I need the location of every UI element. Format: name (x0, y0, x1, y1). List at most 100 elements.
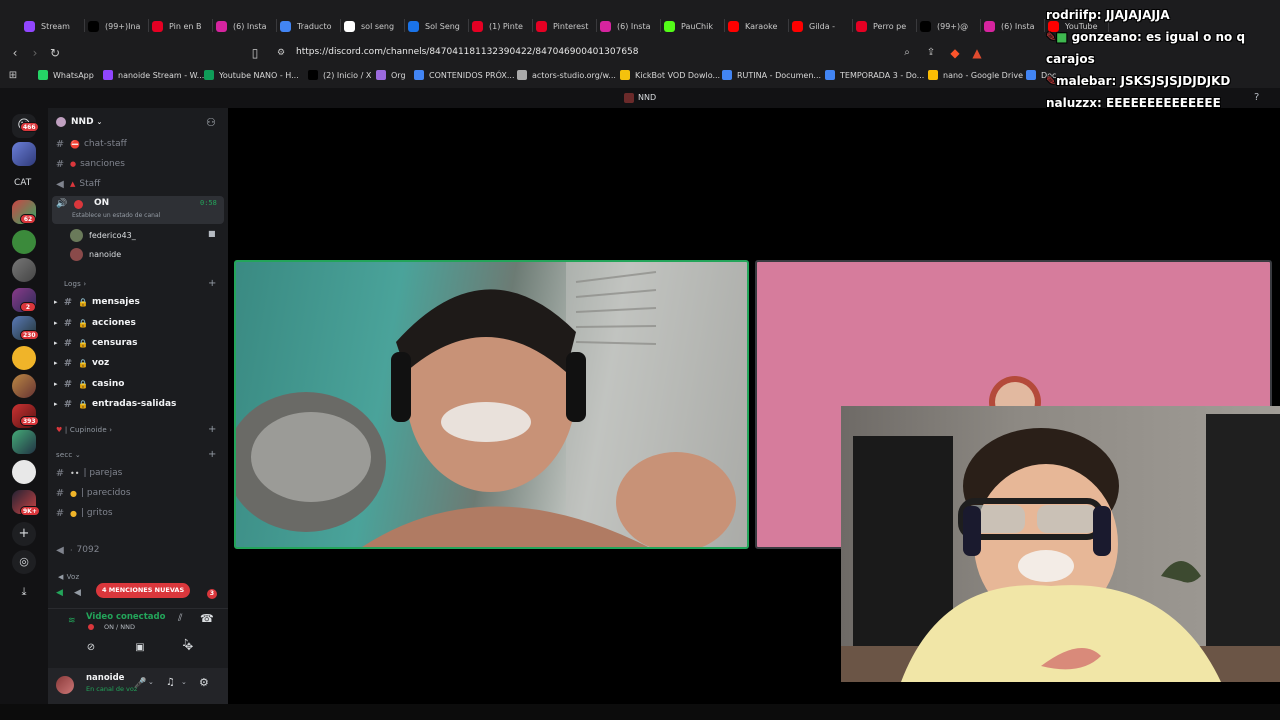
voice-user[interactable]: nanoide (70, 248, 121, 261)
download-icon[interactable]: ⤓ (12, 580, 36, 604)
reload-icon[interactable]: ↻ (48, 46, 62, 60)
voice-channel-on[interactable]: 🔊 ON 0:58 Establece un estado de canal (52, 196, 224, 224)
activities-icon[interactable]: ✥ (176, 639, 202, 657)
channel-name: | parejas (83, 468, 123, 478)
bookmark-item[interactable]: CONTENIDOS PRÓX... (414, 70, 515, 80)
bookmark-item[interactable]: (2) Inicio / X (308, 70, 371, 80)
voice-channel-7092[interactable]: ◀ · 7092 (54, 541, 224, 559)
new-mentions-button[interactable]: 4 MENCIONES NUEVAS (96, 583, 191, 598)
browser-tab[interactable]: Sol Seng (408, 16, 466, 36)
frog-server-icon[interactable] (12, 230, 36, 254)
forward-icon[interactable]: › (28, 46, 42, 60)
cat-server-label[interactable]: CAT (14, 178, 31, 188)
category-cupinoide[interactable]: ♥ | Cupinoide › (56, 426, 112, 434)
category-voz[interactable]: ◀ Voz (58, 573, 79, 581)
browser-tab[interactable]: (99+)@ (920, 16, 978, 36)
microphone-icon[interactable]: 🎤 (134, 678, 146, 689)
emoji-icon: ▲ (70, 180, 76, 188)
channel-voz[interactable]: ▸ # 🔒 voz (54, 354, 224, 372)
bookmark-item[interactable]: RUTINA - Documen... (722, 70, 821, 80)
brave-rewards-icon[interactable]: ▲ (970, 46, 984, 60)
chevron-down-icon[interactable]: ⌄ (148, 678, 154, 686)
server-icon[interactable] (12, 258, 36, 282)
share-icon[interactable]: ⇪ (924, 46, 938, 60)
bookmark-item[interactable]: WhatsApp (38, 70, 94, 80)
brave-shield-icon[interactable]: ◆ (948, 46, 962, 60)
channel-entradas-salidas[interactable]: ▸ # 🔒 entradas-salidas (54, 395, 224, 413)
couple-emoji-icon: •• (70, 468, 80, 478)
server-icon[interactable] (12, 346, 36, 370)
add-channel-icon[interactable]: + (208, 449, 216, 460)
browser-tab[interactable]: Pin en B (152, 16, 210, 36)
back-icon[interactable]: ‹ (8, 46, 22, 60)
browser-tab[interactable]: sol seng (344, 16, 402, 36)
channel-acciones[interactable]: ▸ # 🔒 acciones (54, 314, 224, 332)
add-server-icon[interactable]: + (12, 522, 36, 546)
soundboard-icon[interactable]: ♪ (182, 638, 188, 649)
category-logs[interactable]: Logs › (64, 280, 86, 288)
server-header[interactable]: NND ⌄ (56, 117, 102, 127)
tab-label: Stream (41, 21, 70, 31)
bookmark-item[interactable]: TEMPORADA 3 - Do... (825, 70, 924, 80)
hash-icon: # (55, 138, 65, 150)
channel-mensajes[interactable]: ▸ # 🔒 mensajes (54, 293, 224, 311)
browser-tab[interactable]: (99+)Ina (88, 16, 146, 36)
apps-grid-icon[interactable]: ⊞ (6, 69, 20, 83)
invite-icon[interactable]: ⚇ (206, 116, 216, 129)
disconnect-icon[interactable]: ☎ (200, 612, 214, 625)
headphones-icon[interactable]: ♫ (166, 677, 175, 688)
site-settings-icon[interactable]: ⚙ (274, 46, 288, 60)
screen-share-icon[interactable]: ▣ (127, 639, 153, 657)
server-icon[interactable] (12, 374, 36, 398)
bookmark-item[interactable]: Youtube NANO - H... (204, 70, 299, 80)
channel-parejas[interactable]: # •• | parejas (54, 464, 224, 482)
channel-casino[interactable]: ▸ # 🔒 casino (54, 375, 224, 393)
bookmark-item[interactable]: nano - Google Drive (928, 70, 1023, 80)
channel-parecidos[interactable]: # ● | parecidos (54, 484, 224, 502)
bookmark-item[interactable]: Org (376, 70, 406, 80)
chevron-down-icon[interactable]: ⌄ (181, 678, 187, 686)
channel-gritos[interactable]: # ● | gritos (54, 504, 224, 522)
voice-user[interactable]: federico43_ (70, 229, 136, 242)
browser-tab[interactable]: Pinterest (536, 16, 594, 36)
channel-censuras[interactable]: ▸ # 🔒 censuras (54, 334, 224, 352)
channel-name: ON (94, 198, 110, 208)
browser-tab[interactable]: Stream (24, 16, 82, 36)
browser-tab[interactable]: Gilda - (792, 16, 850, 36)
server-icon (624, 93, 634, 103)
channel-sanciones[interactable]: # ● sanciones (54, 155, 224, 173)
channel-status-hint[interactable]: Establece un estado de canal (72, 212, 160, 219)
voice-channel-path[interactable]: ON / NND (104, 623, 135, 631)
url-field[interactable]: https://discord.com/channels/84704118113… (296, 47, 639, 57)
noise-suppression-icon[interactable]: ⫽ (178, 613, 182, 624)
browser-tab[interactable]: Karaoke (728, 16, 786, 36)
video-tile-federico[interactable] (234, 260, 749, 549)
add-channel-icon[interactable]: + (208, 424, 216, 435)
browser-tab[interactable]: Perro pe (856, 16, 914, 36)
browser-tab[interactable]: PauChik (664, 16, 722, 36)
category-secc[interactable]: secc ⌄ (56, 451, 81, 459)
server-icon[interactable] (12, 142, 36, 166)
browser-tab[interactable]: (6) Insta (216, 16, 274, 36)
zoom-icon[interactable]: ⌕ (900, 46, 914, 60)
browser-tab[interactable]: (1) Pinte (472, 16, 530, 36)
bookmark-item[interactable]: actors-studio.org/w... (517, 70, 616, 80)
signal-icon[interactable]: ≋ (68, 616, 76, 626)
channel-chat-staff[interactable]: # ⛔ chat-staff (54, 135, 224, 153)
browser-tab[interactable]: (6) Insta (600, 16, 658, 36)
settings-gear-icon[interactable]: ⚙ (199, 676, 209, 689)
explore-icon[interactable]: ◎ (12, 550, 36, 574)
tab-label: Perro pe (873, 21, 907, 31)
add-channel-icon[interactable]: + (208, 278, 216, 289)
tab-favicon-icon (728, 20, 739, 32)
avatar[interactable] (56, 676, 74, 694)
bookmark-item[interactable]: nanoide Stream - W... (103, 70, 204, 80)
bookmark-item[interactable]: KickBot VOD Dowlo... (620, 70, 720, 80)
camera-off-icon[interactable]: ⊘ (78, 639, 104, 657)
browser-tab[interactable]: Traducto (280, 16, 338, 36)
browser-tab[interactable]: (6) Insta (984, 16, 1042, 36)
channel-staff[interactable]: ◀ ▲ Staff (54, 175, 224, 193)
server-icon[interactable] (12, 430, 36, 454)
bookmark-icon[interactable]: ▯ (248, 46, 262, 60)
server-icon[interactable] (12, 460, 36, 484)
